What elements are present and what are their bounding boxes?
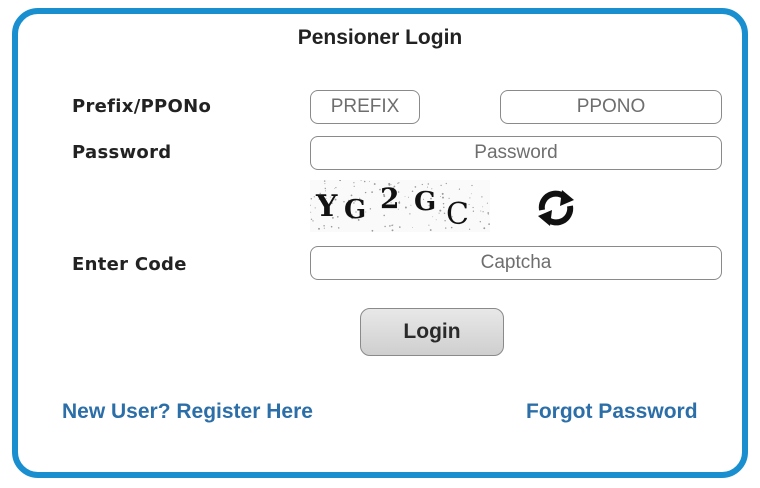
captcha-image: Y G 2 G C	[310, 180, 490, 232]
captcha-char: G	[414, 187, 436, 217]
prefix-input[interactable]	[310, 90, 420, 124]
captcha-char: C	[446, 197, 469, 232]
ppono-input[interactable]	[500, 90, 722, 124]
captcha-char: 2	[380, 182, 399, 215]
login-card: Pensioner Login Prefix/PPONo Password Y …	[12, 8, 748, 478]
register-link[interactable]: New User? Register Here	[62, 400, 313, 424]
password-field[interactable]	[310, 136, 722, 170]
password-label: Password	[72, 142, 172, 163]
page-title: Pensioner Login	[297, 26, 463, 49]
refresh-icon[interactable]	[532, 184, 580, 232]
login-button[interactable]: Login	[360, 308, 504, 356]
captcha-char: G	[344, 195, 366, 225]
captcha-input[interactable]	[310, 246, 722, 280]
enter-code-label: Enter Code	[72, 254, 187, 275]
prefix-ppono-label: Prefix/PPONo	[72, 96, 212, 117]
forgot-password-link[interactable]: Forgot Password	[526, 400, 698, 424]
captcha-char: Y	[315, 189, 338, 224]
